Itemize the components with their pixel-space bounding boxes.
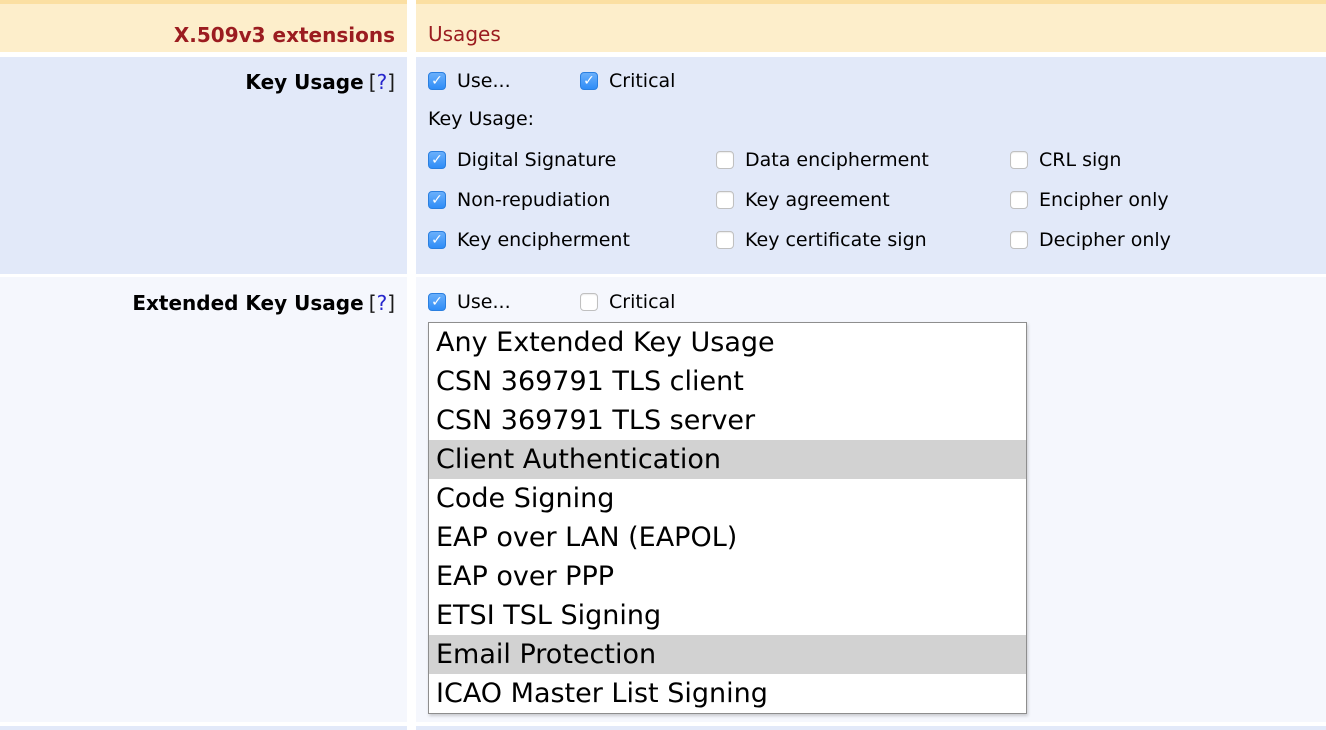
key-usage-option-label: Data encipherment <box>745 149 929 171</box>
listbox-option[interactable]: CSN 369791 TLS server <box>429 401 1026 440</box>
checkmark-icon <box>429 152 445 168</box>
key-usage-option: Non-repudiation <box>428 189 716 211</box>
extended-key-usage-toggles: Use... Critical <box>428 291 1326 313</box>
extended-key-usage-help: [?] <box>369 291 395 315</box>
section-subtitle: Usages <box>428 22 501 46</box>
extended-key-usage-label-cell: Extended Key Usage [?] <box>0 277 407 722</box>
key-usage-option: Data encipherment <box>716 149 1010 171</box>
key-usage-toggles: Use... Critical <box>428 70 1326 92</box>
key-usage-option-checkbox[interactable] <box>716 231 734 249</box>
listbox-option[interactable]: Code Signing <box>429 479 1026 518</box>
key-usage-critical-group: Critical <box>580 70 675 92</box>
key-usage-option-label: Key certificate sign <box>745 229 927 251</box>
help-link[interactable]: ? <box>377 70 388 94</box>
key-usage-checkbox-grid: Digital Signature Data encipherment CRL … <box>428 140 1326 260</box>
help-link[interactable]: ? <box>377 291 388 315</box>
critical-checkbox[interactable] <box>580 72 598 90</box>
checkmark-icon <box>581 73 597 89</box>
critical-checkbox-label: Critical <box>609 291 675 313</box>
key-usage-option-checkbox[interactable] <box>1010 231 1028 249</box>
key-usage-help: [?] <box>369 70 395 94</box>
key-usage-option: Decipher only <box>1010 229 1326 251</box>
listbox-option[interactable]: Email Protection <box>429 635 1026 674</box>
use-checkbox-label: Use... <box>457 291 511 313</box>
extended-key-usage-content: Use... Critical Any Extended Key Usage C… <box>416 277 1326 722</box>
listbox-option[interactable]: ICAO Master List Signing <box>429 674 1026 713</box>
checkmark-icon <box>429 192 445 208</box>
checkmark-icon <box>429 73 445 89</box>
listbox-option[interactable]: EAP over PPP <box>429 557 1026 596</box>
critical-checkbox[interactable] <box>580 293 598 311</box>
key-usage-option-label: Encipher only <box>1039 189 1169 211</box>
key-usage-label: Key Usage <box>245 70 363 94</box>
critical-checkbox-label: Critical <box>609 70 675 92</box>
extended-key-usage-listbox[interactable]: Any Extended Key Usage CSN 369791 TLS cl… <box>428 322 1027 714</box>
key-usage-option: Key encipherment <box>428 229 716 251</box>
key-usage-option: Key agreement <box>716 189 1010 211</box>
key-usage-option-checkbox[interactable] <box>428 151 446 169</box>
listbox-option[interactable]: CSN 369791 TLS client <box>429 362 1026 401</box>
checkmark-icon <box>429 232 445 248</box>
extended-critical-group: Critical <box>580 291 675 313</box>
section-title: X.509v3 extensions <box>174 23 395 47</box>
key-usage-option-label: Key agreement <box>745 189 890 211</box>
use-checkbox[interactable] <box>428 293 446 311</box>
key-usage-option: Encipher only <box>1010 189 1326 211</box>
key-usage-use-group: Use... <box>428 70 580 92</box>
key-usage-row: Key Usage [?] Use... Critical Key Usage: <box>0 57 1326 274</box>
key-usage-option-checkbox[interactable] <box>716 151 734 169</box>
extended-key-usage-row: Extended Key Usage [?] Use... Critical A… <box>0 277 1326 722</box>
listbox-option[interactable]: ETSI TSL Signing <box>429 596 1026 635</box>
key-usage-option-checkbox[interactable] <box>428 191 446 209</box>
key-usage-label-cell: Key Usage [?] <box>0 57 407 274</box>
extended-use-group: Use... <box>428 291 580 313</box>
listbox-option[interactable]: Client Authentication <box>429 440 1026 479</box>
key-usage-sublabel: Key Usage: <box>428 108 1326 130</box>
use-checkbox[interactable] <box>428 72 446 90</box>
bottom-strip <box>0 726 1326 730</box>
key-usage-option-label: CRL sign <box>1039 149 1121 171</box>
key-usage-option-checkbox[interactable] <box>1010 151 1028 169</box>
listbox-option[interactable]: Any Extended Key Usage <box>429 323 1026 362</box>
checkmark-icon <box>429 294 445 310</box>
extended-key-usage-label: Extended Key Usage <box>132 291 363 315</box>
use-checkbox-label: Use... <box>457 70 511 92</box>
section-header-right: Usages <box>416 4 1326 52</box>
key-usage-option: Key certificate sign <box>716 229 1010 251</box>
section-header: X.509v3 extensions Usages <box>0 4 1326 52</box>
key-usage-option-label: Key encipherment <box>457 229 630 251</box>
key-usage-option-label: Non-repudiation <box>457 189 610 211</box>
key-usage-option-checkbox[interactable] <box>716 191 734 209</box>
key-usage-option-checkbox[interactable] <box>428 231 446 249</box>
key-usage-option-checkbox[interactable] <box>1010 191 1028 209</box>
key-usage-option-label: Decipher only <box>1039 229 1171 251</box>
key-usage-option: Digital Signature <box>428 149 716 171</box>
listbox-option[interactable]: EAP over LAN (EAPOL) <box>429 518 1026 557</box>
key-usage-option-label: Digital Signature <box>457 149 616 171</box>
section-header-left: X.509v3 extensions <box>0 4 407 52</box>
key-usage-option: CRL sign <box>1010 149 1326 171</box>
extensions-form: X.509v3 extensions Usages Key Usage [?] … <box>0 0 1326 730</box>
key-usage-content: Use... Critical Key Usage: Digital Signa… <box>416 57 1326 274</box>
